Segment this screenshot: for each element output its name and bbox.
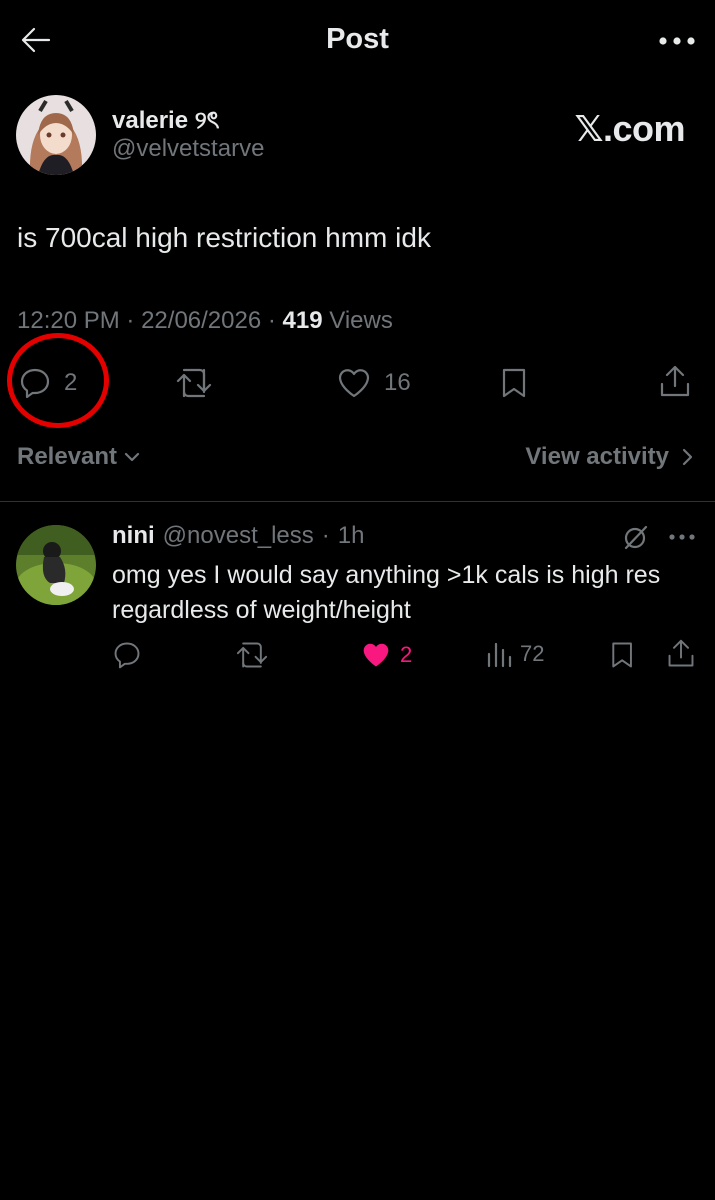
- share-icon: [666, 638, 696, 670]
- reply-like-button[interactable]: 2: [360, 640, 412, 670]
- views-chart-icon: [486, 640, 512, 668]
- reply-share-button[interactable]: [666, 638, 696, 670]
- reply-time: 1h: [337, 522, 365, 549]
- post-meta: 12:20 PM · 22/06/2026 · 419 Views: [17, 307, 393, 335]
- grok-icon[interactable]: [620, 524, 650, 552]
- post-date: 22/06/2026: [141, 307, 262, 334]
- share-button[interactable]: [658, 364, 692, 400]
- reply-header: nini @novest_less · 1h: [112, 522, 364, 550]
- reply-reply-button[interactable]: [112, 640, 142, 670]
- page-title: Post: [326, 23, 389, 55]
- reply-icon: [112, 640, 142, 670]
- views-count[interactable]: 419: [283, 307, 323, 334]
- share-icon: [658, 364, 692, 400]
- bookmark-icon: [498, 366, 532, 400]
- views-label: Views: [329, 307, 393, 334]
- sort-label: Relevant: [17, 443, 118, 470]
- chevron-right-icon: [681, 447, 693, 467]
- heart-icon: [336, 366, 372, 400]
- reply-more-icon[interactable]: [668, 526, 696, 548]
- bookmark-button[interactable]: [498, 366, 532, 400]
- chevron-down-icon: [123, 450, 141, 464]
- annotation-circle: [7, 333, 109, 428]
- heart-filled-icon: [360, 640, 392, 670]
- reply-like-count: 2: [400, 642, 413, 667]
- reply-views-button[interactable]: 72: [486, 640, 544, 668]
- view-activity-link[interactable]: View activity: [525, 443, 693, 471]
- reply-avatar[interactable]: [16, 525, 96, 605]
- more-options-icon[interactable]: [657, 26, 697, 56]
- author-avatar[interactable]: [16, 95, 96, 175]
- divider: [0, 501, 715, 502]
- meta-separator: ·: [126, 307, 135, 334]
- reply-text: omg yes I would say anything >1k cals is…: [112, 561, 661, 624]
- reply-views-count: 72: [520, 641, 545, 666]
- view-activity-label: View activity: [525, 443, 669, 470]
- post-time: 12:20 PM: [17, 307, 120, 334]
- like-count: 16: [384, 369, 411, 396]
- reply-repost-button[interactable]: [234, 640, 270, 670]
- repost-icon: [174, 366, 214, 400]
- reply-author-name[interactable]: nini: [112, 522, 155, 550]
- meta-separator: ·: [267, 307, 276, 334]
- reply-separator: ·: [321, 522, 330, 549]
- sort-dropdown[interactable]: Relevant: [17, 443, 141, 471]
- repost-button[interactable]: [174, 366, 214, 400]
- reply-bookmark-button[interactable]: [608, 640, 638, 670]
- post-text: is 700cal high restriction hmm idk: [17, 222, 431, 253]
- x-com-watermark: 𝕏.com: [574, 108, 685, 149]
- bookmark-icon: [608, 640, 638, 670]
- author-handle[interactable]: @velvetstarve: [112, 135, 264, 163]
- like-button[interactable]: 16: [336, 366, 411, 400]
- reply-author-handle[interactable]: @novest_less: [163, 522, 314, 550]
- repost-icon: [234, 640, 270, 670]
